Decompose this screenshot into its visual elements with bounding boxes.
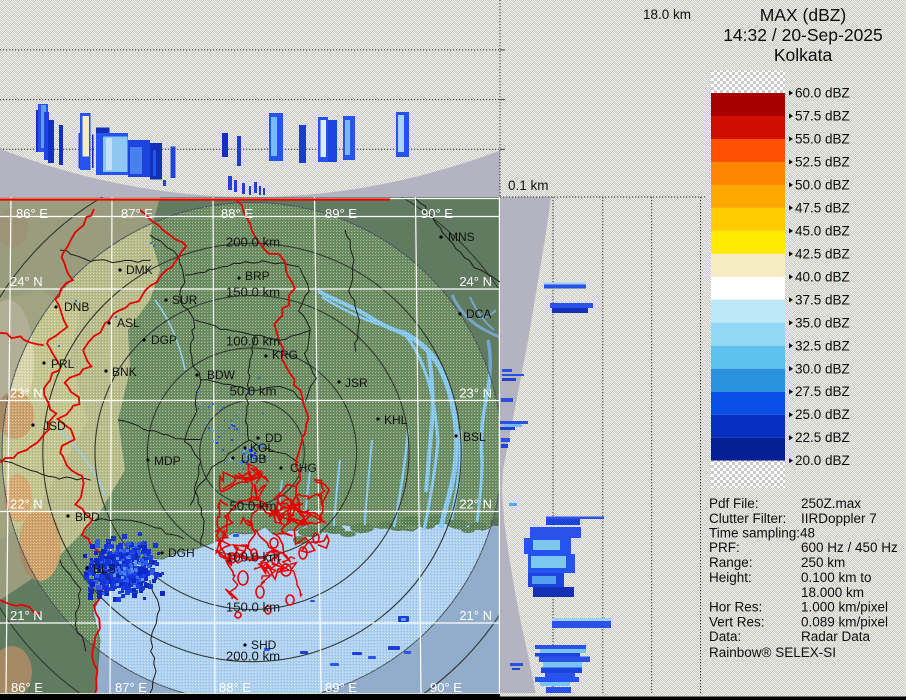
svg-text:23° N: 23° N [459,386,492,401]
svg-text:KHL: KHL [384,413,408,427]
svg-text:60.0 dBZ: 60.0 dBZ [795,86,850,101]
svg-text:35.0 dBZ: 35.0 dBZ [795,315,850,330]
svg-text:PRL: PRL [51,357,75,371]
svg-text:86° E: 86° E [16,206,48,221]
svg-text:150.0 km: 150.0 km [226,600,280,615]
svg-text:150.0 km: 150.0 km [226,285,280,300]
svg-text:21° N: 21° N [459,608,492,623]
svg-text:Kolkata: Kolkata [774,45,833,65]
svg-text:40.0 dBZ: 40.0 dBZ [795,269,850,284]
svg-text:Rainbow® SELEX-SI: Rainbow® SELEX-SI [709,645,836,660]
svg-text:MAX (dBZ): MAX (dBZ) [760,5,847,25]
svg-text:32.5 dBZ: 32.5 dBZ [795,338,850,353]
svg-text:1.000 km/pixel: 1.000 km/pixel [801,600,888,615]
svg-text:18.000 km: 18.000 km [801,585,864,600]
svg-text:14:32 / 20-Sep-2025: 14:32 / 20-Sep-2025 [723,25,883,45]
svg-text:23° N: 23° N [10,386,43,401]
svg-text:37.5 dBZ: 37.5 dBZ [795,292,850,307]
svg-text:50.0 km: 50.0 km [230,384,277,399]
svg-text:200.0 km: 200.0 km [226,649,280,664]
svg-text:Vert Res:: Vert Res: [709,615,765,630]
svg-text:BLS: BLS [93,562,116,576]
svg-text:88° E: 88° E [221,206,253,221]
svg-text:Pdf File:: Pdf File: [709,496,759,511]
svg-text:22.5 dBZ: 22.5 dBZ [795,430,850,445]
svg-text:0.089 km/pixel: 0.089 km/pixel [801,615,888,630]
svg-text:PRF:: PRF: [709,540,740,555]
svg-text:88° E: 88° E [219,680,251,695]
svg-text:DNB: DNB [64,300,89,314]
svg-text:BRP: BRP [245,269,270,283]
svg-text:Range:: Range: [709,555,753,570]
svg-text:250 km: 250 km [801,555,845,570]
svg-text:Data:: Data: [709,629,741,644]
svg-text:52.5 dBZ: 52.5 dBZ [795,154,850,169]
svg-text:47.5 dBZ: 47.5 dBZ [795,200,850,215]
svg-text:87° E: 87° E [115,680,147,695]
svg-text:UDB: UDB [241,452,266,466]
svg-text:45.0 dBZ: 45.0 dBZ [795,223,850,238]
svg-text:20.0 dBZ: 20.0 dBZ [795,453,850,468]
svg-text:BSL: BSL [463,430,486,444]
svg-text:BDW: BDW [207,368,236,382]
svg-text:CHG: CHG [290,461,317,475]
svg-text:Clutter Filter:: Clutter Filter: [709,511,786,526]
svg-text:ASL: ASL [117,316,140,330]
svg-text:50.0 dBZ: 50.0 dBZ [795,177,850,192]
svg-text:30.0 dBZ: 30.0 dBZ [795,361,850,376]
svg-text:86° E: 86° E [11,680,43,695]
svg-text:87° E: 87° E [121,206,153,221]
svg-text:0.100 km to: 0.100 km to [801,570,872,585]
svg-text:89° E: 89° E [325,206,357,221]
svg-text:JSR: JSR [345,376,368,390]
svg-text:SUR: SUR [172,293,198,307]
svg-text:JSD: JSD [43,419,66,433]
svg-text:Height:: Height: [709,570,752,585]
svg-text:MNS: MNS [448,230,475,244]
svg-text:250Z.max: 250Z.max [801,496,861,511]
svg-text:IIRDoppler 7: IIRDoppler 7 [801,511,877,526]
svg-text:89° E: 89° E [325,680,357,695]
svg-text:25.0 dBZ: 25.0 dBZ [795,407,850,422]
svg-text:100.0 km: 100.0 km [226,334,280,349]
svg-text:Time sampling:48: Time sampling:48 [709,526,815,541]
svg-text:200.0 km: 200.0 km [226,235,280,250]
svg-text:KRG: KRG [272,348,298,362]
svg-text:Radar Data: Radar Data [801,629,871,644]
svg-text:50.0 km: 50.0 km [230,499,277,514]
svg-text:90° E: 90° E [430,680,462,695]
svg-text:DGP: DGP [151,333,177,347]
svg-text:100.0 km: 100.0 km [226,550,280,565]
svg-text:21° N: 21° N [10,608,43,623]
svg-text:DCA: DCA [466,307,491,321]
svg-text:24° N: 24° N [459,274,492,289]
svg-text:42.5 dBZ: 42.5 dBZ [795,246,850,261]
svg-text:27.5 dBZ: 27.5 dBZ [795,384,850,399]
svg-text:BPD: BPD [75,510,100,524]
svg-text:22° N: 22° N [459,497,492,512]
svg-text:600 Hz / 450 Hz: 600 Hz / 450 Hz [801,540,898,555]
svg-text:Hor Res:: Hor Res: [709,600,762,615]
svg-text:DMK: DMK [126,263,153,277]
svg-text:MDP: MDP [154,454,181,468]
svg-text:BNK: BNK [112,365,137,379]
svg-text:55.0 dBZ: 55.0 dBZ [795,132,850,147]
svg-text:DGH: DGH [168,546,195,560]
svg-text:90° E: 90° E [421,206,453,221]
svg-text:0.1 km: 0.1 km [508,178,549,193]
svg-text:24° N: 24° N [10,274,43,289]
svg-text:57.5 dBZ: 57.5 dBZ [795,109,850,124]
svg-text:22° N: 22° N [10,497,43,512]
svg-text:18.0 km: 18.0 km [643,7,691,22]
